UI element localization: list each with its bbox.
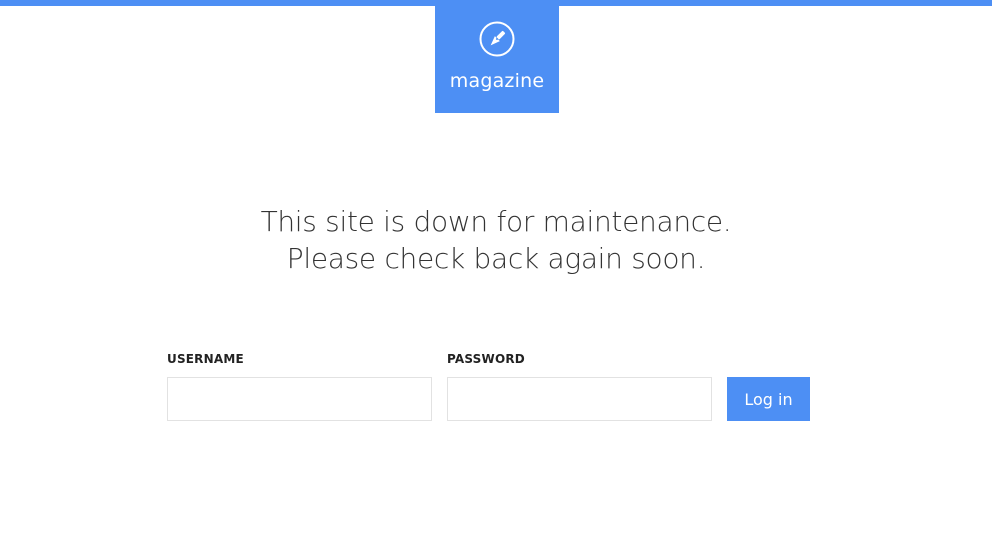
password-label: PASSWORD: [447, 352, 525, 366]
maintenance-message: This site is down for maintenance. Pleas…: [0, 203, 992, 277]
logo-wordmark: magazine: [449, 70, 545, 92]
login-button[interactable]: Log in: [727, 377, 810, 421]
maintenance-message-line-1: This site is down for maintenance.: [260, 205, 732, 238]
site-logo[interactable]: magazine: [435, 6, 559, 113]
username-input[interactable]: [167, 377, 432, 421]
pen-nib-icon: [479, 21, 515, 57]
password-input[interactable]: [447, 377, 712, 421]
username-label: USERNAME: [167, 352, 244, 366]
maintenance-message-line-2: Please check back again soon.: [286, 242, 706, 275]
